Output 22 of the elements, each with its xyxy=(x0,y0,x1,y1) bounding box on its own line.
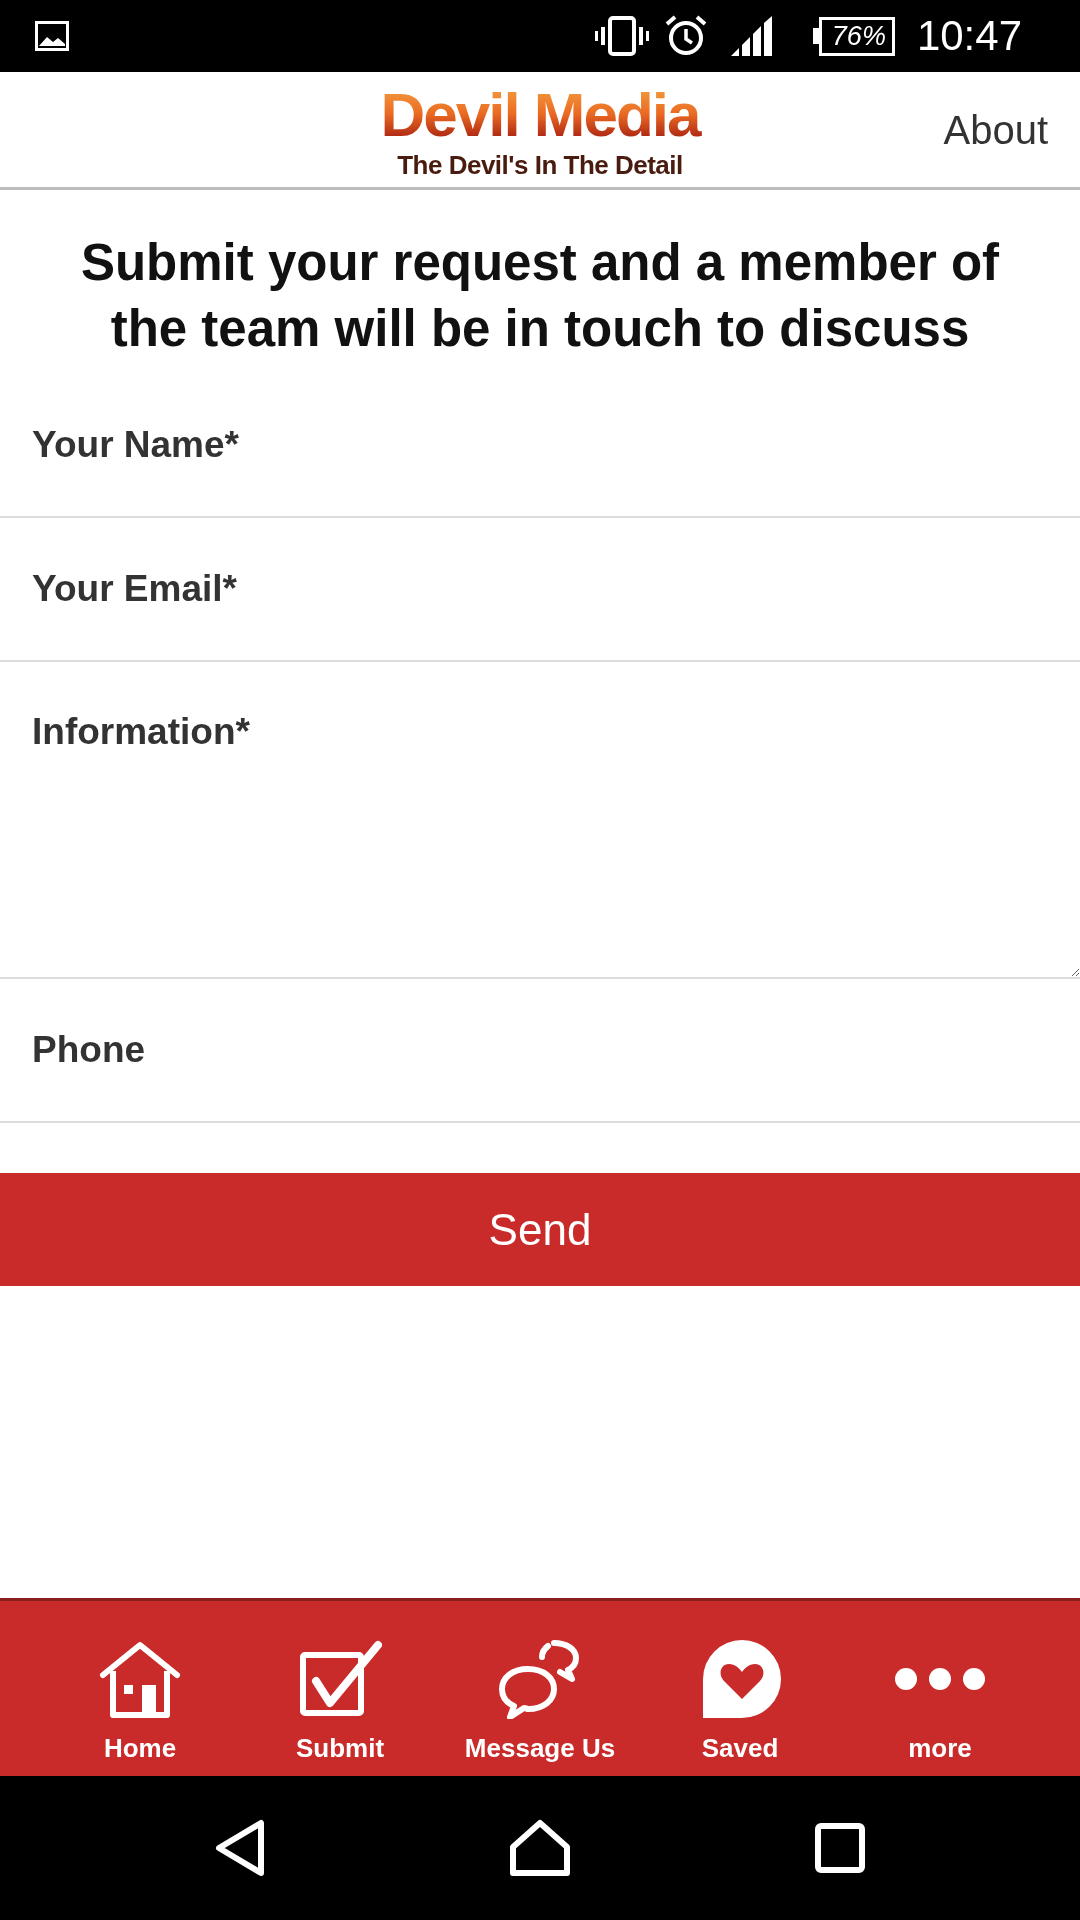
nav-tab[interactable]: Submit xyxy=(240,1601,440,1776)
picture-icon xyxy=(35,21,69,51)
nav-tab[interactable]: Saved xyxy=(640,1601,840,1776)
alarm-clock-icon xyxy=(664,15,707,57)
speech-bubbles-icon xyxy=(498,1639,582,1719)
more-dots-icon xyxy=(895,1667,985,1691)
logo-tagline: The Devil's In The Detail xyxy=(397,151,683,178)
nav-tab[interactable]: Home xyxy=(40,1601,240,1776)
signal-icon xyxy=(730,16,775,56)
nav-tab[interactable]: Message Us xyxy=(440,1601,640,1776)
nav-tab[interactable]: more xyxy=(840,1601,1040,1776)
vibrate-icon xyxy=(594,16,649,56)
battery-indicator: 76% xyxy=(812,16,895,56)
house-icon xyxy=(98,1639,182,1719)
clock-time: 10:47 xyxy=(916,15,1022,57)
page-heading: Submit your request and a member of the team will be in touch to discuss xyxy=(79,233,1001,359)
about-link[interactable]: About xyxy=(943,99,1048,160)
send-button[interactable]: Send xyxy=(0,1173,1080,1286)
checkbox-tick-icon xyxy=(298,1639,382,1719)
back-icon[interactable] xyxy=(213,1819,267,1877)
recent-apps-icon[interactable] xyxy=(815,1823,865,1873)
home-icon[interactable] xyxy=(509,1819,571,1877)
